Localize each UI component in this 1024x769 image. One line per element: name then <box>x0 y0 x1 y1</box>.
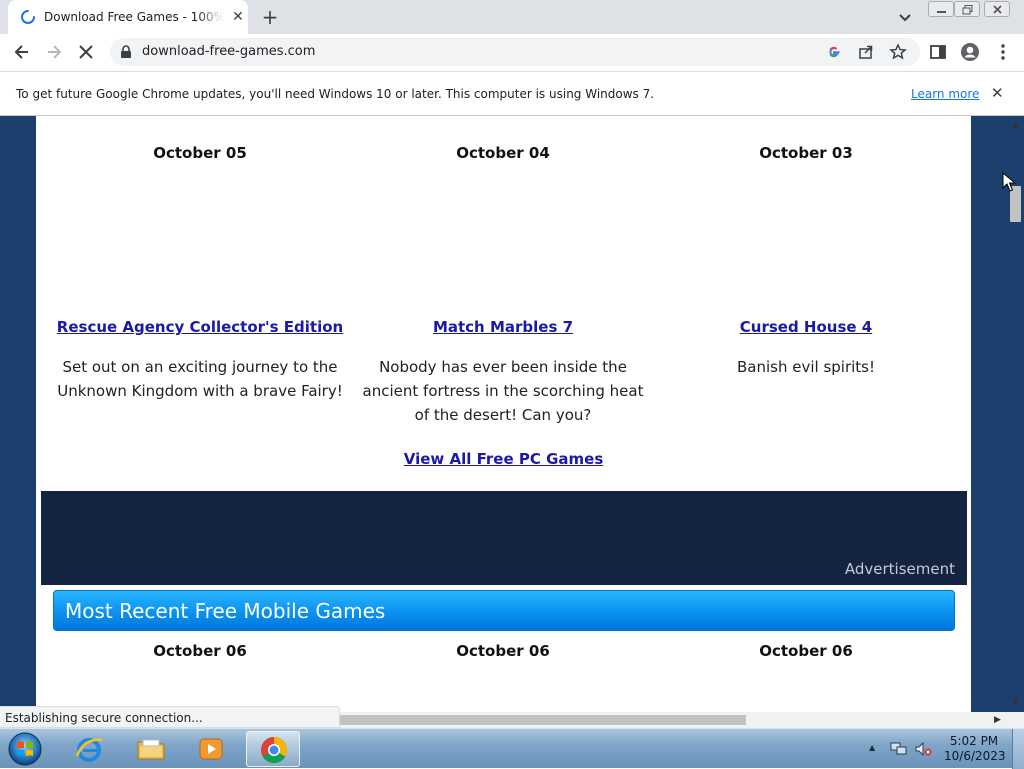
infobar-message: To get future Google Chrome updates, you… <box>16 87 655 101</box>
section-title: Most Recent Free Mobile Games <box>65 599 386 623</box>
mobile-game-date: October 06 <box>456 642 550 660</box>
windows-taskbar: ▲ 5:02 PM 10/6/2023 <box>0 728 1024 769</box>
tab-strip: Download Free Games - 100% Safe ✕ + <box>0 0 1024 34</box>
web-viewport: October 05 October 04 October 03 Rescue … <box>0 116 1024 728</box>
media-player-icon <box>199 738 223 760</box>
share-icon[interactable] <box>856 42 876 62</box>
volume-muted-icon[interactable] <box>914 741 932 757</box>
loading-spinner-icon <box>21 10 35 24</box>
game-title-link[interactable]: Match Marbles 7 <box>353 317 653 337</box>
folder-icon <box>137 739 165 760</box>
view-all-pc-games-link[interactable]: View All Free PC Games <box>376 449 631 469</box>
page-content: October 05 October 04 October 03 Rescue … <box>36 116 971 728</box>
profile-avatar-icon[interactable] <box>960 42 980 62</box>
restore-button[interactable] <box>954 1 980 17</box>
game-date: October 05 <box>153 144 247 162</box>
learn-more-link[interactable]: Learn more <box>911 86 979 102</box>
advertisement-block[interactable]: Advertisement <box>41 491 967 585</box>
address-bar[interactable]: download-free-games.com <box>110 38 920 66</box>
restore-icon <box>962 5 973 15</box>
bookmark-star-icon[interactable] <box>888 42 908 62</box>
minimize-button[interactable] <box>928 1 954 17</box>
new-tab-button[interactable]: + <box>258 5 282 29</box>
game-description: Set out on an exciting journey to the Un… <box>57 358 343 400</box>
back-arrow-icon[interactable] <box>12 42 32 62</box>
status-text: Establishing secure connection... <box>5 711 203 725</box>
taskbar-internet-explorer[interactable] <box>62 731 116 767</box>
infobar-close-icon[interactable]: ✕ <box>991 85 1004 101</box>
status-bubble: Establishing secure connection... <box>0 706 340 728</box>
taskbar-windows-explorer[interactable] <box>124 731 178 767</box>
windows-start-icon[interactable] <box>5 731 45 767</box>
mobile-game-date: October 06 <box>759 642 853 660</box>
taskbar-clock[interactable]: 5:02 PM 10/6/2023 <box>944 734 1006 764</box>
close-window-button[interactable] <box>984 1 1010 17</box>
update-infobar: To get future Google Chrome updates, you… <box>0 71 1024 116</box>
google-icon[interactable] <box>824 42 844 62</box>
clock-time: 5:02 PM <box>949 734 999 748</box>
show-desktop-button[interactable] <box>1012 729 1024 769</box>
game-description: Nobody has ever been inside the ancient … <box>362 358 644 424</box>
scroll-right-icon[interactable]: ▶ <box>994 715 1001 725</box>
advertisement-label: Advertisement <box>844 560 955 578</box>
game-description: Banish evil spirits! <box>736 358 875 376</box>
tab-title: Download Free Games - 100% Safe <box>44 10 224 24</box>
clock-date: 10/6/2023 <box>944 749 1006 763</box>
side-panel-icon[interactable] <box>928 42 948 62</box>
browser-tab[interactable]: Download Free Games - 100% Safe ✕ <box>8 0 248 34</box>
chrome-icon <box>260 736 288 764</box>
stop-loading-icon[interactable] <box>76 42 96 62</box>
tab-search-icon[interactable] <box>896 8 914 26</box>
mouse-cursor-icon <box>1002 172 1016 192</box>
minimize-icon <box>937 11 946 13</box>
menu-kebab-icon[interactable] <box>993 42 1013 62</box>
show-hidden-icons-icon[interactable]: ▲ <box>869 743 875 752</box>
taskbar-google-chrome[interactable] <box>246 731 300 767</box>
mobile-games-section-header: Most Recent Free Mobile Games <box>53 590 955 631</box>
browser-toolbar: download-free-games.com <box>0 34 1024 71</box>
forward-arrow-icon[interactable] <box>44 42 64 62</box>
scroll-down-icon[interactable]: ▼ <box>1011 697 1020 706</box>
scroll-up-icon[interactable]: ▲ <box>1011 120 1020 129</box>
game-title-link[interactable]: Cursed House 4 <box>656 317 956 337</box>
lock-icon[interactable] <box>120 45 132 59</box>
close-window-icon <box>993 5 1002 14</box>
game-date: October 04 <box>456 144 550 162</box>
network-icon[interactable] <box>890 741 908 757</box>
taskbar-media-player[interactable] <box>184 731 238 767</box>
horizontal-scroll-thumb[interactable] <box>340 715 746 725</box>
tab-close-icon[interactable]: ✕ <box>230 9 246 25</box>
game-title-link[interactable]: Rescue Agency Collector's Edition <box>50 317 350 337</box>
mobile-game-date: October 06 <box>153 642 247 660</box>
url-text[interactable]: download-free-games.com <box>142 44 315 60</box>
vertical-scrollbar[interactable]: ▲ ▼ <box>1007 116 1024 712</box>
internet-explorer-icon <box>75 738 103 762</box>
game-date: October 03 <box>759 144 853 162</box>
